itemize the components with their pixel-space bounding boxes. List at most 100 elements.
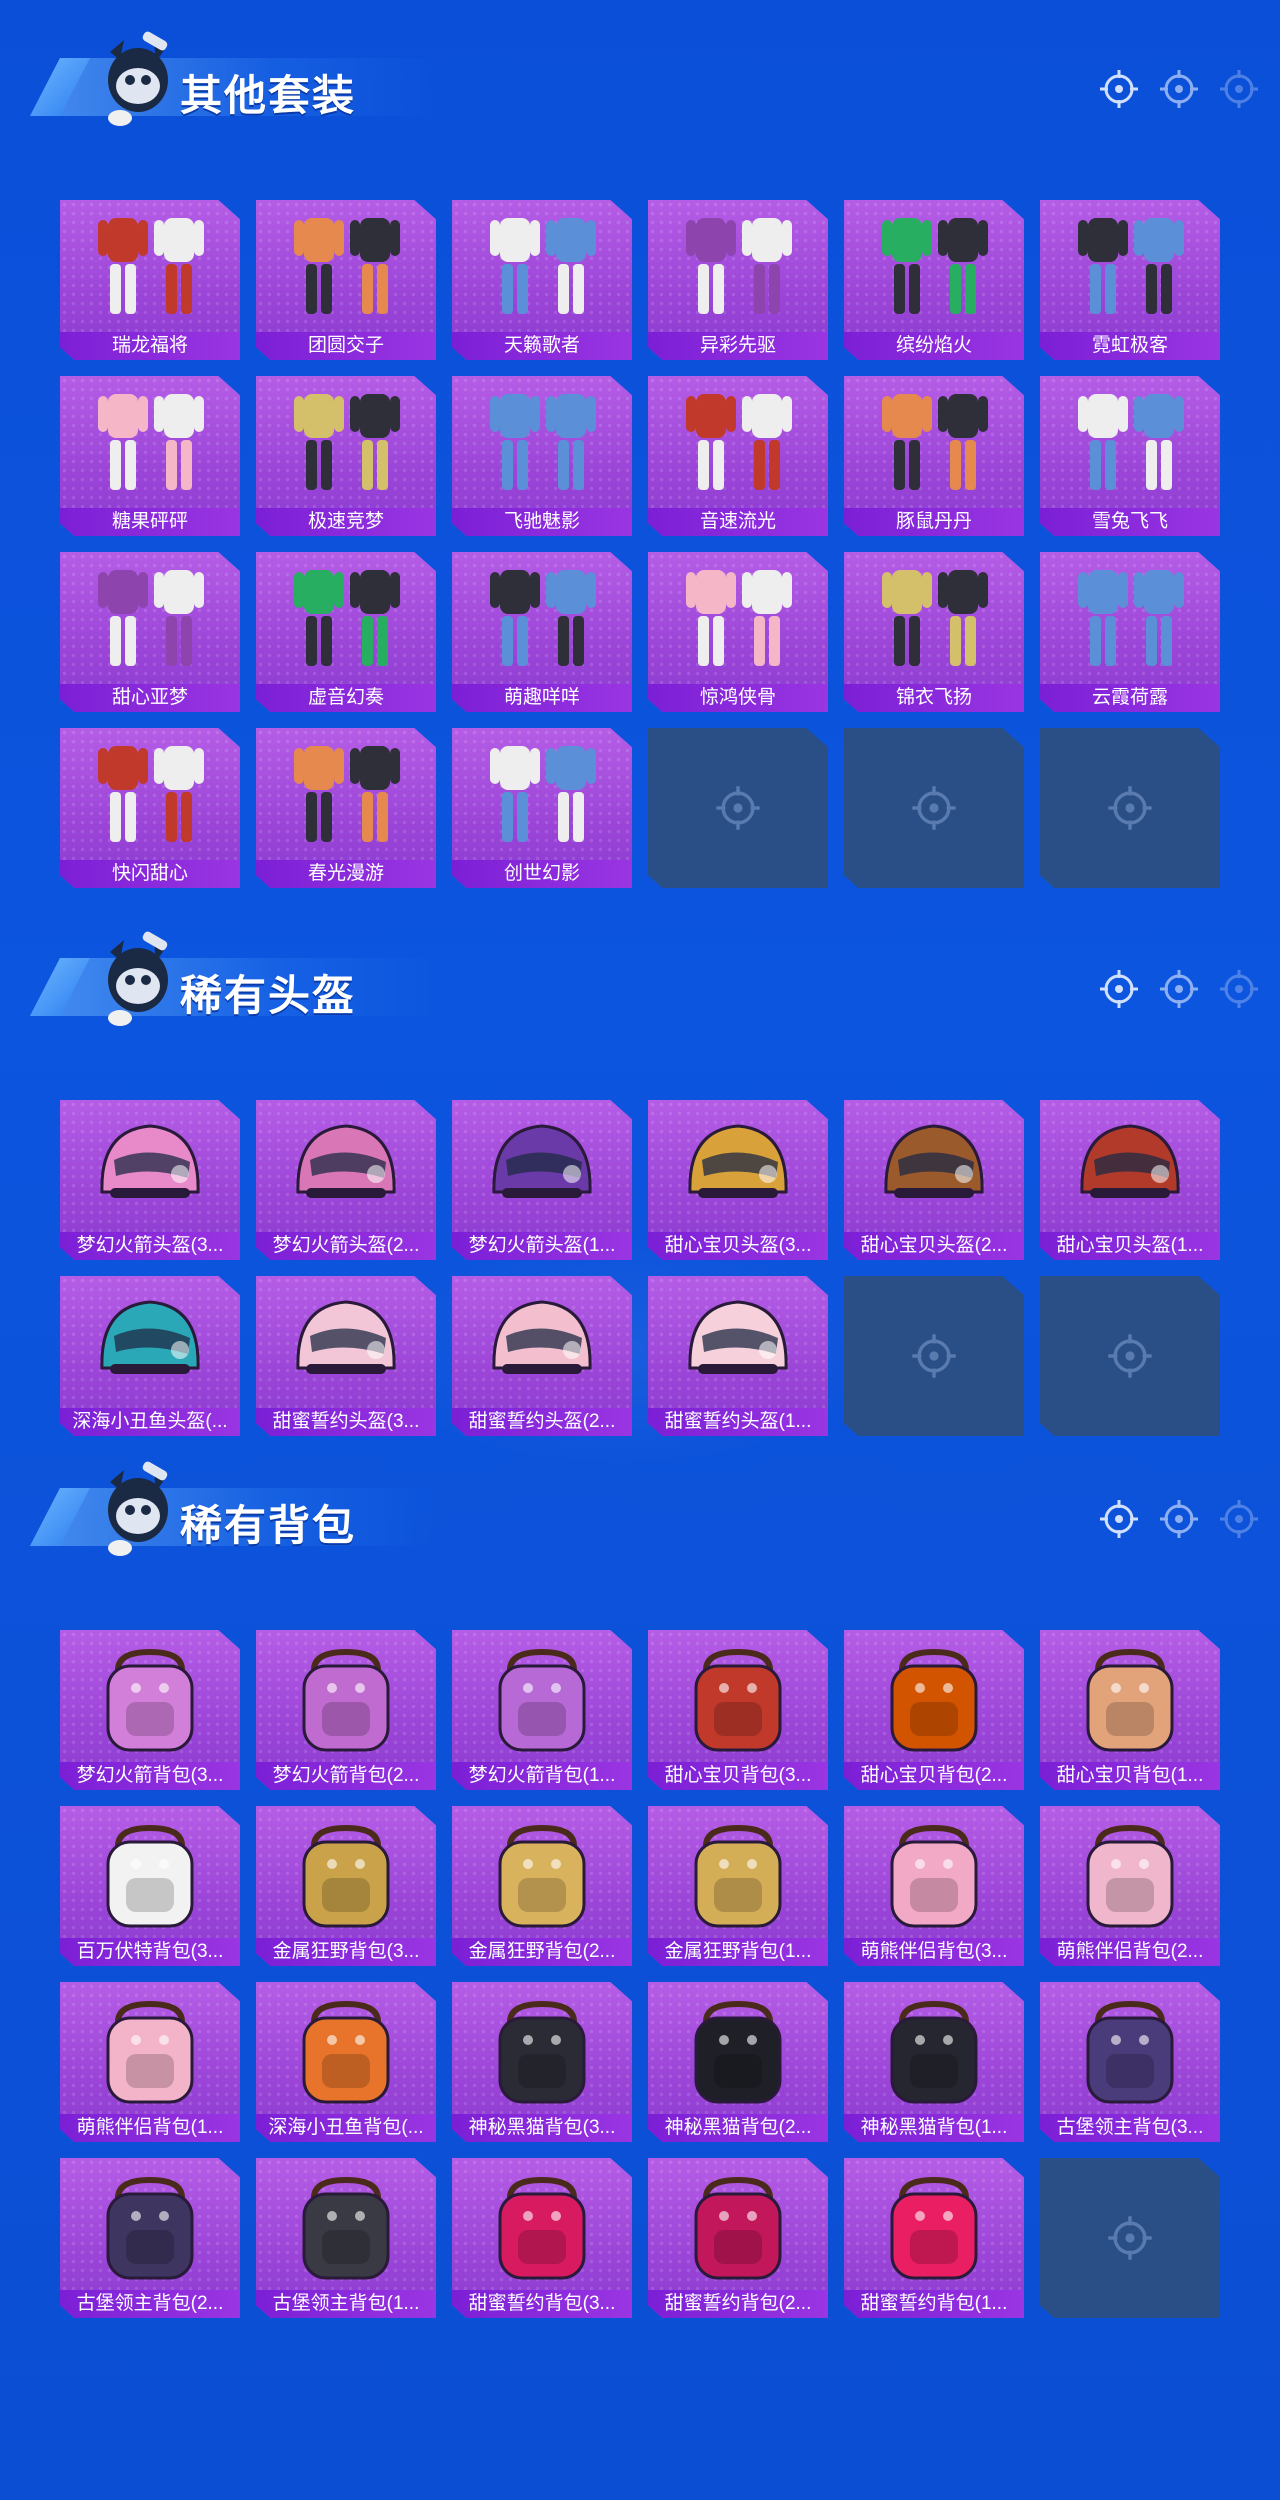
item-card[interactable]: 古堡领主背包(1... [256,2158,436,2318]
item-card[interactable]: 甜心宝贝背包(2... [844,1630,1024,1790]
item-name: 金属狂野背包(1... [648,1938,828,1966]
item-card[interactable]: 神秘黑猫背包(1... [844,1982,1024,2142]
item-card[interactable]: 深海小丑鱼背包(... [256,1982,436,2142]
item-name: 神秘黑猫背包(1... [844,2114,1024,2142]
item-card[interactable]: 虚音幻奏 [256,552,436,712]
item-card[interactable]: 惊鸿侠骨 [648,552,828,712]
backpack-image [1040,1630,1220,1760]
item-name: 锦衣飞扬 [844,684,1024,712]
item-name: 瑞龙福将 [60,332,240,360]
crosshair-icon [1098,968,1140,1010]
item-card[interactable]: 甜蜜誓约背包(1... [844,2158,1024,2318]
item-card[interactable]: 锦衣飞扬 [844,552,1024,712]
outfit-image [452,200,632,330]
outfit-image [256,376,436,506]
outfit-image [1040,552,1220,682]
item-card[interactable]: 快闪甜心 [60,728,240,888]
item-card[interactable]: 神秘黑猫背包(2... [648,1982,828,2142]
item-card[interactable]: 豚鼠丹丹 [844,376,1024,536]
item-card[interactable]: 飞驰魅影 [452,376,632,536]
item-name: 萌趣咩咩 [452,684,632,712]
item-card[interactable]: 春光漫游 [256,728,436,888]
section-title: 稀有头盔 [180,972,357,1019]
item-card[interactable]: 梦幻火箭头盔(3... [60,1100,240,1260]
item-card[interactable]: 甜心宝贝头盔(1... [1040,1100,1220,1260]
item-card[interactable]: 梦幻火箭头盔(1... [452,1100,632,1260]
item-card[interactable]: 甜心亚梦 [60,552,240,712]
item-card[interactable]: 天籁歌者 [452,200,632,360]
item-card[interactable]: 雪兔飞飞 [1040,376,1220,536]
item-card[interactable]: 甜心宝贝背包(1... [1040,1630,1220,1790]
item-name: 豚鼠丹丹 [844,508,1024,536]
item-card[interactable]: 萌熊伴侣背包(3... [844,1806,1024,1966]
item-card[interactable]: 极速竞梦 [256,376,436,536]
backpack-image [844,1806,1024,1936]
backpack-image [844,1982,1024,2112]
item-card[interactable]: 萌趣咩咩 [452,552,632,712]
backpack-image [844,2158,1024,2288]
item-card[interactable]: 异彩先驱 [648,200,828,360]
item-card[interactable]: 云霞荷露 [1040,552,1220,712]
item-name: 甜心亚梦 [60,684,240,712]
item-card[interactable]: 甜蜜誓约头盔(3... [256,1276,436,1436]
item-grid: 梦幻火箭头盔(3... 梦幻火箭头盔(2... 梦幻火箭头盔(1... 甜心宝贝… [60,1100,1220,1436]
item-card[interactable]: 金属狂野背包(3... [256,1806,436,1966]
item-name: 甜心宝贝头盔(1... [1040,1232,1220,1260]
item-name: 梦幻火箭头盔(1... [452,1232,632,1260]
item-card[interactable]: 甜心宝贝头盔(3... [648,1100,828,1260]
item-name: 缤纷焰火 [844,332,1024,360]
item-card[interactable]: 音速流光 [648,376,828,536]
crosshair-icon [1098,1498,1140,1540]
backpack-image [256,2158,436,2288]
item-card[interactable]: 梦幻火箭头盔(2... [256,1100,436,1260]
helmet-image [844,1100,1024,1230]
item-card[interactable]: 甜蜜誓约背包(2... [648,2158,828,2318]
item-card[interactable]: 神秘黑猫背包(3... [452,1982,632,2142]
item-card[interactable]: 创世幻影 [452,728,632,888]
backpack-image [648,1806,828,1936]
item-card[interactable]: 糖果砰砰 [60,376,240,536]
backpack-image [1040,1982,1220,2112]
item-grid: 瑞龙福将 团圆交子 天籁歌者 异彩先驱 缤纷焰火 霓虹极客 糖果砰砰 极速竞梦 … [60,200,1220,888]
item-name: 甜蜜誓约背包(1... [844,2290,1024,2318]
crosshair-icon [714,784,762,832]
outfit-image [60,200,240,330]
helmet-image [60,1100,240,1230]
item-card[interactable]: 萌熊伴侣背包(1... [60,1982,240,2142]
item-card[interactable]: 甜心宝贝背包(3... [648,1630,828,1790]
item-card[interactable]: 霓虹极客 [1040,200,1220,360]
item-card[interactable]: 甜蜜誓约头盔(2... [452,1276,632,1436]
outfit-image [844,200,1024,330]
item-card[interactable]: 甜心宝贝头盔(2... [844,1100,1024,1260]
item-card[interactable]: 深海小丑鱼头盔(... [60,1276,240,1436]
helmet-image [452,1276,632,1406]
item-card[interactable]: 梦幻火箭背包(1... [452,1630,632,1790]
item-name: 甜蜜誓约背包(2... [648,2290,828,2318]
item-name: 梦幻火箭头盔(2... [256,1232,436,1260]
outfit-image [256,552,436,682]
item-card[interactable]: 瑞龙福将 [60,200,240,360]
empty-slot [1040,2158,1220,2318]
outfit-image [452,376,632,506]
item-card[interactable]: 团圆交子 [256,200,436,360]
section-header: 稀有头盔 [30,900,1260,1026]
item-card[interactable]: 古堡领主背包(2... [60,2158,240,2318]
item-card[interactable]: 百万伏特背包(3... [60,1806,240,1966]
item-card[interactable]: 金属狂野背包(1... [648,1806,828,1966]
empty-slot [648,728,828,888]
item-card[interactable]: 甜蜜誓约头盔(1... [648,1276,828,1436]
backpack-image [60,1982,240,2112]
item-card[interactable]: 金属狂野背包(2... [452,1806,632,1966]
item-name: 音速流光 [648,508,828,536]
item-card[interactable]: 梦幻火箭背包(3... [60,1630,240,1790]
item-name: 古堡领主背包(3... [1040,2114,1220,2142]
crosshair-icon [910,784,958,832]
item-card[interactable]: 梦幻火箭背包(2... [256,1630,436,1790]
item-card[interactable]: 萌熊伴侣背包(2... [1040,1806,1220,1966]
item-card[interactable]: 甜蜜誓约背包(3... [452,2158,632,2318]
item-card[interactable]: 古堡领主背包(3... [1040,1982,1220,2142]
backpack-image [648,1630,828,1760]
item-name: 深海小丑鱼背包(... [256,2114,436,2142]
item-card[interactable]: 缤纷焰火 [844,200,1024,360]
outfit-image [60,552,240,682]
